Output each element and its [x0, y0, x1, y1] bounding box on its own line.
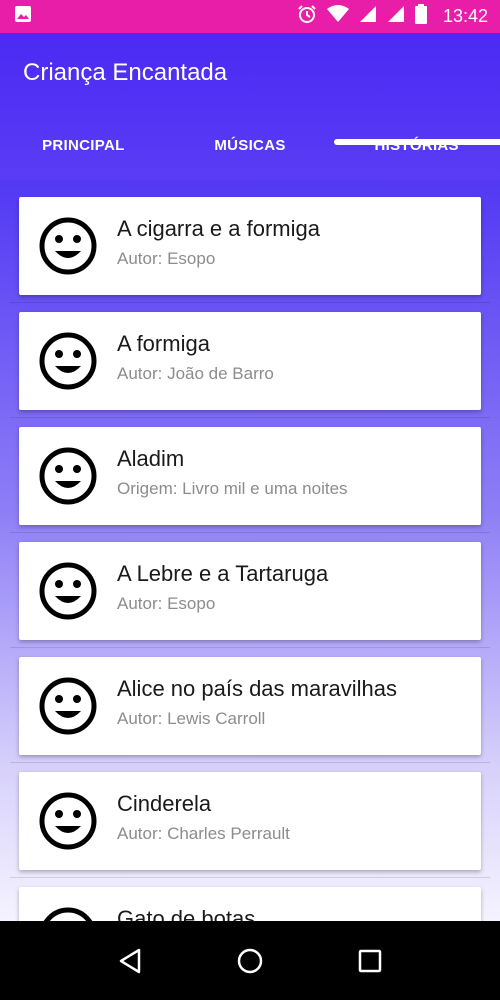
- story-title: Alice no país das maravilhas: [117, 676, 398, 701]
- story-title: Aladim: [117, 446, 185, 471]
- tab-historias[interactable]: HISTÓRIAS: [333, 129, 500, 180]
- story-list[interactable]: A cigarra e a formiga Autor: Esopo A for…: [0, 180, 500, 921]
- tab-indicator: [334, 139, 500, 145]
- wifi-icon: [326, 5, 349, 28]
- home-icon[interactable]: [230, 941, 270, 981]
- alarm-icon: [297, 4, 317, 29]
- smiley-icon: [39, 562, 97, 620]
- story-subtitle: Autor: Esopo: [117, 249, 216, 268]
- story-card[interactable]: Cinderela Autor: Charles Perrault: [19, 772, 481, 870]
- back-icon[interactable]: [110, 941, 150, 981]
- story-card[interactable]: Gato de botas: [19, 887, 481, 921]
- divider: [10, 647, 490, 648]
- battery-icon: [414, 4, 427, 29]
- signal-icon: [387, 5, 405, 28]
- smiley-icon: [39, 792, 97, 850]
- divider: [10, 762, 490, 763]
- tab-bar: PRINCIPAL MÚSICAS HISTÓRIAS: [0, 129, 500, 180]
- divider: [10, 302, 490, 303]
- story-card[interactable]: A cigarra e a formiga Autor: Esopo: [19, 197, 481, 295]
- story-subtitle: Autor: João de Barro: [117, 364, 274, 383]
- divider: [10, 532, 490, 533]
- story-title: Gato de botas: [117, 906, 256, 921]
- story-title: Cinderela: [117, 791, 212, 816]
- navigation-bar: [0, 921, 500, 1000]
- status-bar: 13:42: [0, 0, 500, 33]
- story-title: A formiga: [117, 331, 210, 356]
- story-subtitle: Origem: Livro mil e uma noites: [117, 479, 348, 498]
- signal-icon: [359, 5, 377, 28]
- story-subtitle: Autor: Lewis Carroll: [117, 709, 266, 728]
- story-card[interactable]: Alice no país das maravilhas Autor: Lewi…: [19, 657, 481, 755]
- tab-musicas[interactable]: MÚSICAS: [167, 129, 334, 180]
- image-icon: [14, 5, 32, 28]
- story-title: A Lebre e a Tartaruga: [117, 561, 329, 586]
- story-card[interactable]: A Lebre e a Tartaruga Autor: Esopo: [19, 542, 481, 640]
- story-card[interactable]: Aladim Origem: Livro mil e uma noites: [19, 427, 481, 525]
- status-time: 13:42: [442, 6, 488, 26]
- app-bar: Criança Encantada PRINCIPAL MÚSICAS HIST…: [0, 33, 500, 180]
- story-subtitle: Autor: Charles Perrault: [117, 824, 290, 843]
- app-title: Criança Encantada: [23, 59, 228, 86]
- smiley-icon: [43, 907, 93, 921]
- smiley-icon: [39, 332, 97, 390]
- story-title: A cigarra e a formiga: [117, 216, 320, 241]
- recents-icon[interactable]: [350, 941, 390, 981]
- smiley-icon: [39, 217, 97, 275]
- divider: [10, 877, 490, 878]
- tab-principal[interactable]: PRINCIPAL: [0, 129, 167, 180]
- story-card[interactable]: A formiga Autor: João de Barro: [19, 312, 481, 410]
- story-subtitle: Autor: Esopo: [117, 594, 216, 613]
- smiley-icon: [39, 447, 97, 505]
- smiley-icon: [39, 677, 97, 735]
- divider: [10, 417, 490, 418]
